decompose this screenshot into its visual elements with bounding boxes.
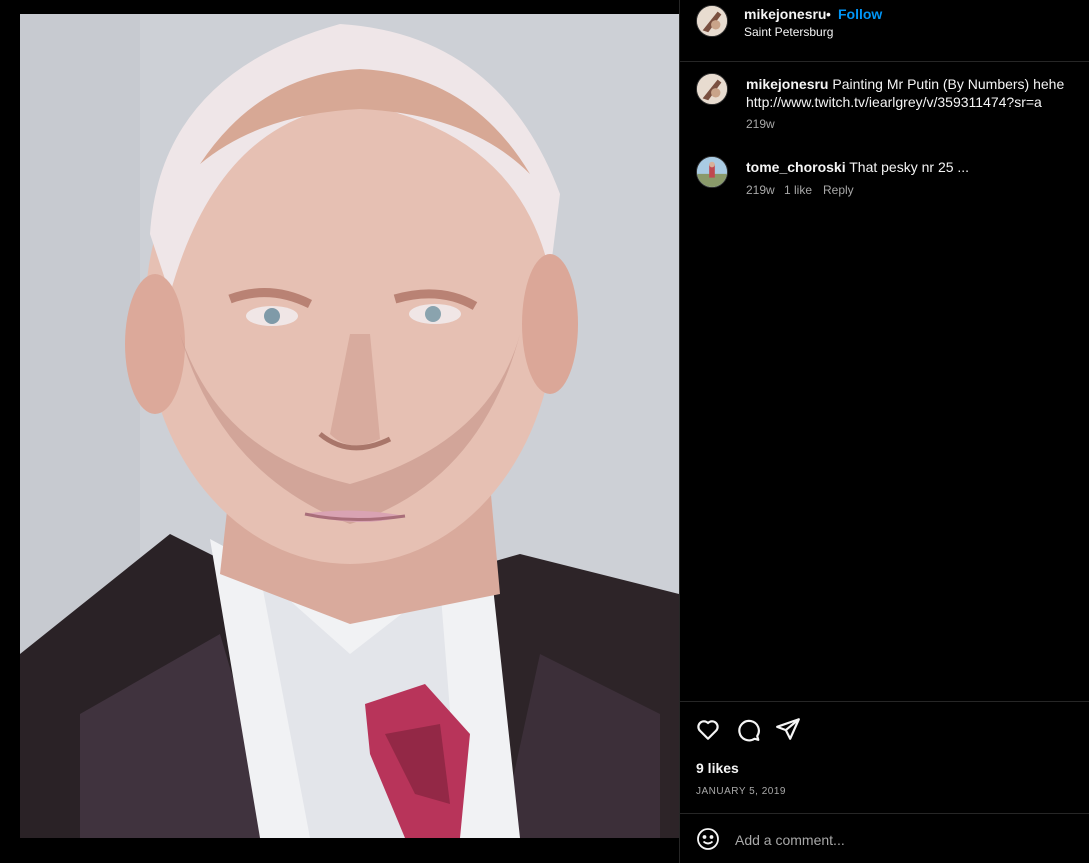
heart-icon[interactable] [695,716,721,742]
commenter-username[interactable]: tome_choroski [746,159,846,175]
smiley-icon[interactable] [696,827,720,851]
author-avatar[interactable] [696,5,728,37]
commenter-avatar-image [697,157,727,187]
share-icon[interactable] [775,716,801,742]
post-media[interactable] [0,0,679,863]
caption-author-avatar[interactable] [696,73,728,105]
follow-button[interactable]: Follow [838,6,882,22]
commenter-avatar[interactable] [696,156,728,188]
likes-count[interactable]: 9 likes [696,760,739,776]
comment-reply-button[interactable]: Reply [823,183,854,197]
portrait-painting-image [20,14,679,838]
caption-avatar-image [697,74,727,104]
separator-dot: • [826,6,831,22]
post-header: mikejonesru • Follow Saint Petersburg [680,0,1089,62]
comment-age[interactable]: 219w [746,183,775,197]
post-actions: 9 likes JANUARY 5, 2019 [680,701,1089,813]
post-author-username[interactable]: mikejonesru [744,6,826,22]
post-image[interactable] [20,14,679,838]
comment-icon[interactable] [735,716,761,742]
comment-likes[interactable]: 1 like [784,183,812,197]
author-avatar-image [697,6,727,36]
add-comment-bar [680,813,1089,863]
comment-input[interactable] [735,828,1065,852]
post-date[interactable]: JANUARY 5, 2019 [696,786,786,797]
post-location[interactable]: Saint Petersburg [744,25,833,39]
post-side-panel: mikejonesru • Follow Saint Petersburg mi… [679,0,1089,863]
caption-author-username[interactable]: mikejonesru [746,76,828,92]
caption-link[interactable]: http://www.twitch.tv/iearlgrey/v/3593114… [746,93,1086,111]
comment-text: That pesky nr 25 ... [849,159,970,175]
caption-text: Painting Mr Putin (By Numbers) hehe [832,76,1065,92]
caption-age[interactable]: 219w [746,117,775,131]
